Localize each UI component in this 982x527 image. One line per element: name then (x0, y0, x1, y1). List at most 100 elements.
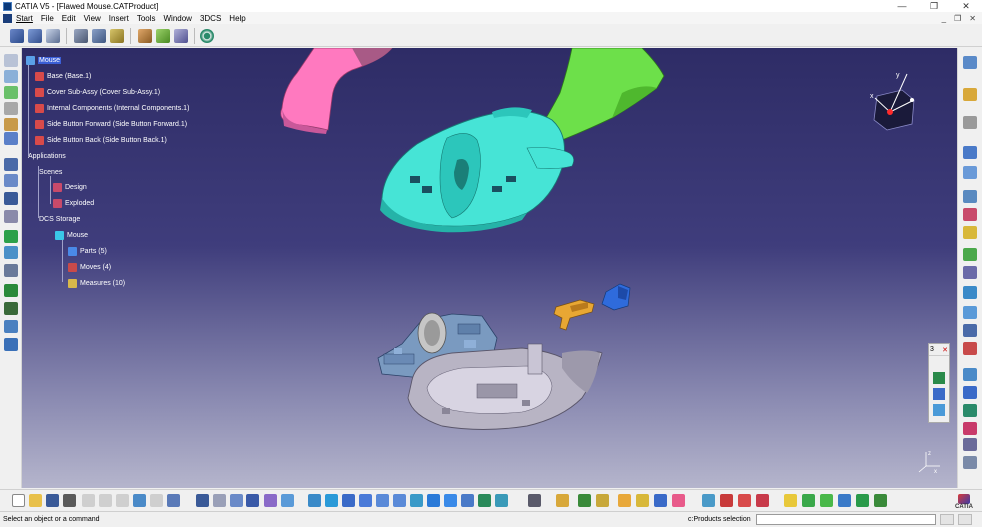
3dcs-analysis-icon[interactable] (963, 248, 977, 261)
3dcs-swirl-icon[interactable] (200, 29, 214, 43)
assembly-icon[interactable] (28, 29, 42, 43)
menu-edit[interactable]: Edit (62, 14, 84, 23)
3dcs-measure-icon[interactable] (963, 208, 977, 221)
existing-component-icon[interactable] (4, 118, 18, 131)
3dcs-measure-bottom-icon[interactable] (720, 494, 733, 507)
3dcs-lightning-icon[interactable] (784, 494, 797, 507)
side-button-orange[interactable] (553, 299, 595, 331)
explode-icon[interactable] (4, 284, 18, 297)
pan-icon[interactable] (342, 494, 355, 507)
zoom-out-icon[interactable] (393, 494, 406, 507)
shading-icon[interactable] (461, 494, 474, 507)
cut-icon[interactable] (82, 494, 95, 507)
light-icon[interactable] (264, 494, 277, 507)
tree-item-parts[interactable]: Parts (5) (68, 246, 107, 257)
catalog-icon[interactable] (138, 29, 152, 43)
iso-view-icon[interactable] (444, 494, 457, 507)
compass-icon[interactable]: y x (870, 72, 915, 131)
scene-manager-icon[interactable] (556, 494, 569, 507)
tree-item-measures[interactable]: Measures (10) (68, 278, 125, 289)
3dcs-flag-icon[interactable] (963, 342, 977, 355)
float-tool-1-icon[interactable] (933, 372, 945, 384)
clash-icon[interactable] (4, 302, 18, 315)
tree-item-base[interactable]: Base (Base.1) (35, 71, 91, 82)
tree-item-cover-sub-assy[interactable]: Cover Sub-Assy (Cover Sub-Assy.1) (35, 87, 160, 98)
3d-viewport[interactable]: y x z x Mouse Base (Base.1) Cover Sub-As… (22, 48, 957, 488)
print-icon[interactable] (63, 494, 76, 507)
tree-item-applications[interactable]: Applications (28, 151, 66, 162)
top-cover-cyan[interactable] (380, 107, 574, 233)
fit-all-in-icon[interactable] (325, 494, 338, 507)
new-part-icon[interactable] (4, 102, 18, 115)
formula-icon[interactable] (196, 494, 209, 507)
compass-snap-icon[interactable] (654, 494, 667, 507)
doc-close-button[interactable]: ✕ (969, 14, 976, 23)
3dcs-feature-icon[interactable] (963, 226, 977, 239)
fit-all-icon[interactable] (4, 54, 18, 67)
graph-tree-icon[interactable] (4, 158, 18, 171)
new-component-icon[interactable] (4, 70, 18, 83)
redo-icon[interactable] (150, 494, 163, 507)
command-history-button[interactable] (940, 514, 954, 525)
multi-view-icon[interactable] (427, 494, 440, 507)
normal-view-icon[interactable] (410, 494, 423, 507)
hide-show-icon[interactable] (478, 494, 491, 507)
3dcs-hlm-icon[interactable] (963, 422, 977, 435)
3dcs-chart-icon[interactable] (838, 494, 851, 507)
save-icon[interactable] (46, 494, 59, 507)
video-icon[interactable] (281, 494, 294, 507)
product-icon[interactable] (46, 29, 60, 43)
fly-icon[interactable] (308, 494, 321, 507)
apply-material-icon[interactable] (672, 494, 685, 507)
menu-tools[interactable]: Tools (137, 14, 164, 23)
floating-toolbar-close[interactable]: ✕ (942, 346, 948, 354)
3dcs-sensitivity-icon[interactable] (963, 368, 977, 381)
menu-file[interactable]: File (41, 14, 62, 23)
tree-item-side-button-forward[interactable]: Side Button Forward (Side Button Forward… (35, 119, 187, 130)
constraint-bottom-icon[interactable] (618, 494, 631, 507)
workbench-icon[interactable] (963, 56, 977, 69)
3dcs-tools-icon[interactable] (963, 456, 977, 469)
snap-icon[interactable] (4, 264, 18, 277)
new-file-icon[interactable] (12, 494, 25, 507)
3dcs-report-icon[interactable] (963, 286, 977, 299)
distance-icon[interactable] (4, 338, 18, 351)
select-arrow-icon[interactable] (963, 88, 977, 101)
whats-this-icon[interactable] (167, 494, 180, 507)
section-icon[interactable] (4, 320, 18, 333)
zoom-in-icon[interactable] (376, 494, 389, 507)
close-button[interactable]: ✕ (950, 0, 982, 12)
float-tool-3-icon[interactable] (933, 404, 945, 416)
3dcs-gdt-icon[interactable] (963, 306, 977, 319)
3dcs-check-icon[interactable] (963, 324, 977, 337)
fly-mode-icon[interactable] (963, 116, 977, 129)
generate-numbering-icon[interactable] (4, 174, 18, 187)
menu-3dcs[interactable]: 3DCS (200, 14, 229, 23)
tree-root-mouse[interactable]: Mouse (26, 55, 62, 66)
doc-minimize-button[interactable]: _ (942, 14, 946, 23)
measure-item-icon[interactable] (92, 29, 106, 43)
3dcs-contrib-icon[interactable] (820, 494, 833, 507)
tree-item-dcs-mouse[interactable]: Mouse (55, 230, 88, 241)
tree-item-moves[interactable]: Moves (4) (68, 262, 111, 273)
catalog-browser-icon[interactable] (246, 494, 259, 507)
comment-icon[interactable] (213, 494, 226, 507)
check-icon[interactable] (4, 230, 18, 243)
product-structure-icon[interactable] (10, 29, 24, 43)
rotate-icon[interactable] (359, 494, 372, 507)
menu-start[interactable]: Start (16, 14, 41, 23)
3dcs-model-bottom-icon[interactable] (702, 494, 715, 507)
replace-component-icon[interactable] (4, 132, 18, 145)
3dcs-tolerance-icon[interactable] (963, 190, 977, 203)
3dcs-contributor-icon[interactable] (963, 386, 977, 399)
explode-bottom-icon[interactable] (578, 494, 591, 507)
3dcs-move-icon[interactable] (963, 166, 977, 179)
copy-icon[interactable] (99, 494, 112, 507)
undo-icon[interactable] (133, 494, 146, 507)
side-button-blue[interactable] (601, 283, 631, 311)
3dcs-report-bottom-icon[interactable] (856, 494, 869, 507)
paste-icon[interactable] (116, 494, 129, 507)
3dcs-simulation-icon[interactable] (963, 266, 977, 279)
menu-insert[interactable]: Insert (109, 14, 137, 23)
side-cover-pink[interactable] (280, 48, 393, 134)
